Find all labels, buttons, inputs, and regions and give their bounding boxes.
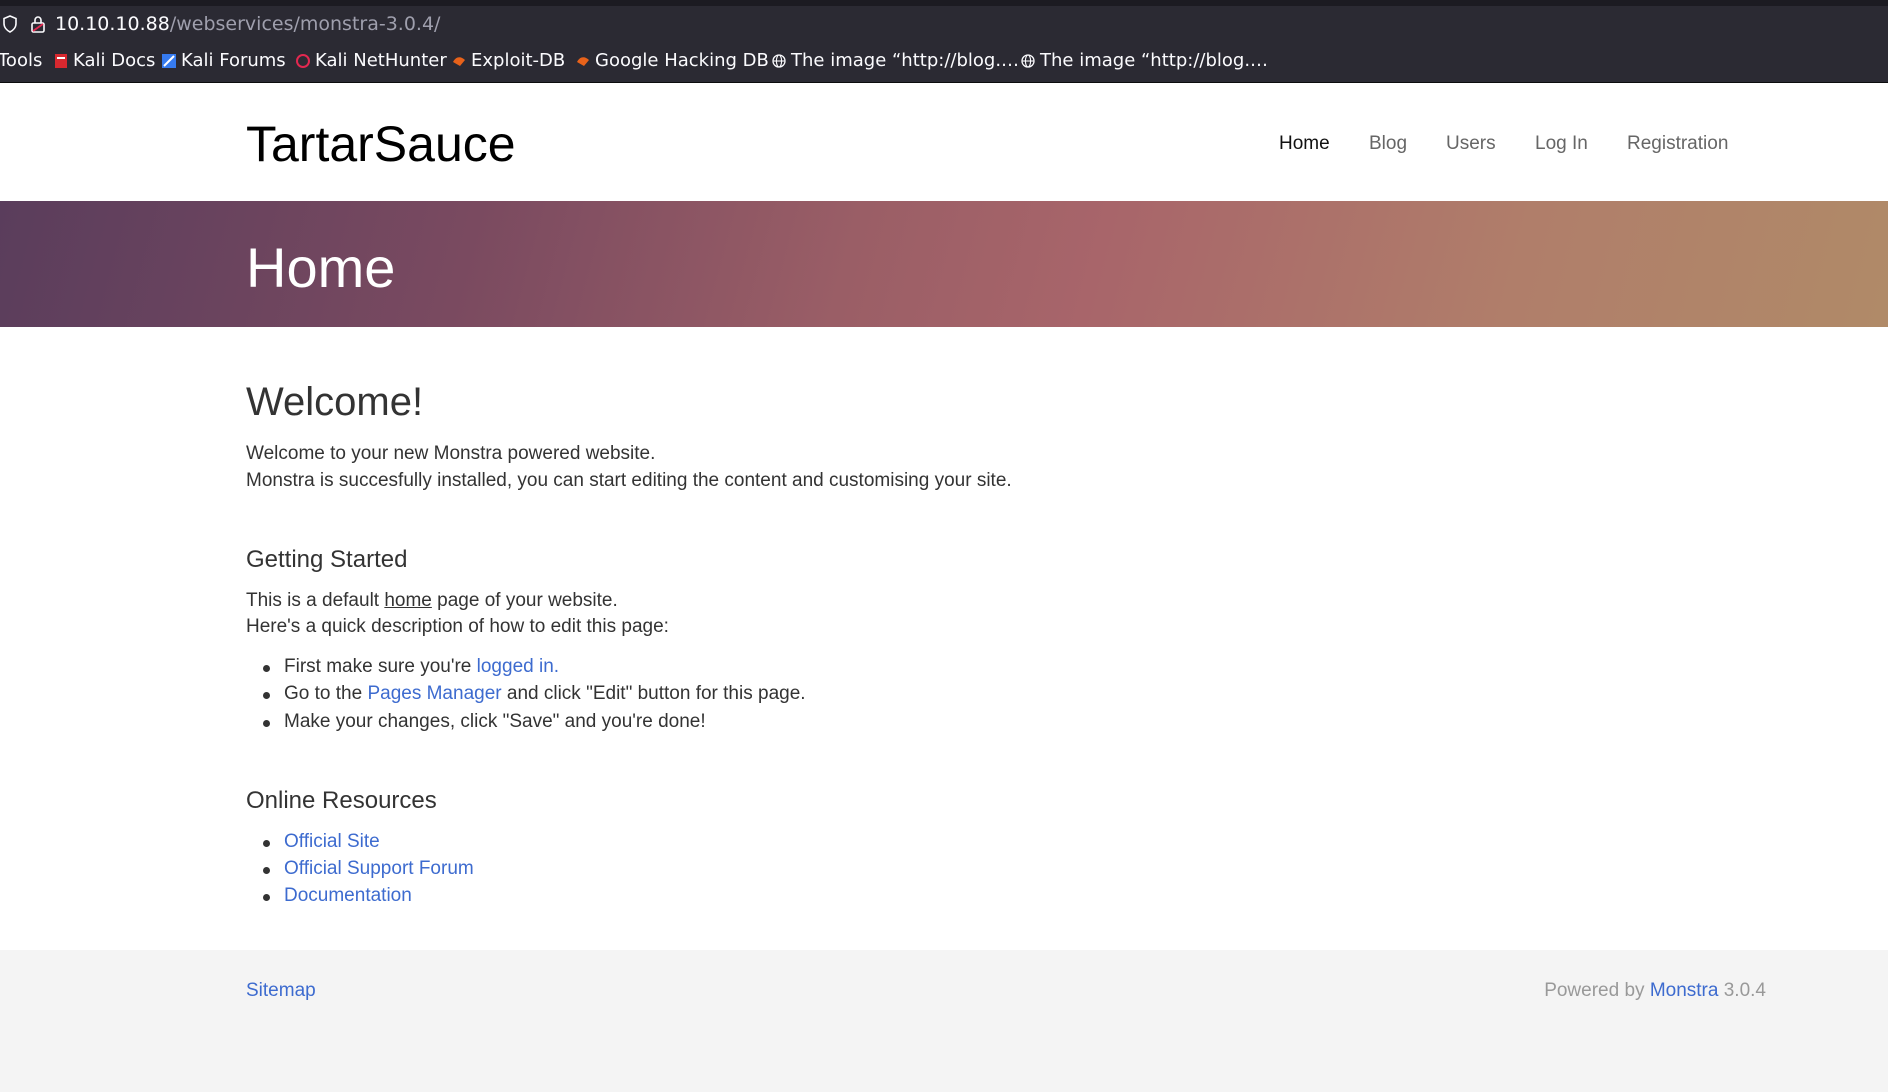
bookmark-image-2[interactable]: The image “http://blog.… [1021, 50, 1268, 71]
shield-icon[interactable] [2, 15, 18, 33]
nav-registration[interactable]: Registration [1627, 133, 1728, 155]
text-fragment: Powered by [1544, 980, 1650, 1001]
powered-by: Powered by Monstra 3.0.4 [1544, 980, 1766, 1002]
documentation-link[interactable]: Documentation [284, 885, 412, 906]
text-fragment: Go to the [284, 683, 368, 704]
bookmark-kali-nethunter[interactable]: Kali NetHunter [296, 50, 447, 71]
getting-started-line-2: Here's a quick description of how to edi… [246, 616, 669, 637]
bookmark-label: Kali Docs [73, 50, 156, 71]
url-host: 10.10.10.88 [55, 13, 170, 35]
globe-icon [772, 53, 786, 68]
url-text[interactable]: 10.10.10.88/webservices/monstra-3.0.4/ [55, 13, 440, 35]
text-fragment: and click "Edit" button for this page. [501, 683, 806, 704]
bookmark-google-hacking-db[interactable]: Google Hacking DB [576, 50, 769, 71]
nav-blog[interactable]: Blog [1369, 133, 1407, 155]
list-item: First make sure you're logged in. [262, 656, 559, 678]
list-item: Go to the Pages Manager and click "Edit"… [263, 683, 806, 705]
home-term: home [384, 590, 432, 611]
nethunter-icon [296, 53, 310, 68]
site-brand[interactable]: TartarSauce [246, 115, 516, 173]
hero-banner: Home [0, 201, 1888, 327]
kali-forums-icon [162, 53, 176, 68]
kali-docs-icon [55, 53, 67, 68]
bookmark-label: Kali Forums [181, 50, 286, 71]
official-site-link[interactable]: Official Site [284, 831, 380, 852]
bookmark-kali-docs[interactable]: Kali Docs [54, 50, 155, 71]
version-text: 3.0.4 [1718, 980, 1766, 1001]
text-fragment: First make sure you're [284, 656, 477, 677]
bookmark-label: Kali NetHunter [315, 50, 447, 71]
list-item: Official Site [263, 831, 380, 853]
text-fragment: This is a default [246, 590, 385, 611]
sitemap-link[interactable]: Sitemap [246, 980, 316, 1002]
text-fragment: page of your website. [431, 590, 618, 611]
nav-home[interactable]: Home [1279, 133, 1330, 155]
nav-log-in[interactable]: Log In [1535, 133, 1588, 155]
bookmark-label: The image “http://blog.… [791, 50, 1020, 71]
logged-in-link[interactable]: logged in. [477, 656, 559, 677]
globe-icon [1021, 53, 1035, 68]
bookmarks-toolbar: Tools Kali Docs Kali Forums Kali NetHunt… [0, 42, 1888, 83]
nav-users[interactable]: Users [1446, 133, 1496, 155]
lock-icon[interactable] [30, 14, 46, 34]
site-header: TartarSauce Home Blog Users Log In Regis… [0, 83, 1888, 201]
welcome-heading: Welcome! [246, 380, 424, 424]
bookmark-kali-forums[interactable]: Kali Forums [162, 50, 286, 71]
online-resources-heading: Online Resources [246, 787, 437, 814]
site-footer: Sitemap Powered by Monstra 3.0.4 [0, 950, 1888, 1092]
bookmark-label: Exploit-DB [471, 50, 566, 71]
list-item: Documentation [263, 885, 412, 907]
url-path: /webservices/monstra-3.0.4/ [169, 13, 441, 35]
bookmark-label: The image “http://blog.… [1040, 50, 1269, 71]
ghdb-icon [577, 56, 589, 66]
address-bar[interactable]: 10.10.10.88/webservices/monstra-3.0.4/ [0, 6, 1888, 42]
getting-started-heading: Getting Started [246, 546, 408, 573]
official-support-forum-link[interactable]: Official Support Forum [284, 858, 474, 879]
page-title: Home [246, 236, 396, 299]
bookmark-tools[interactable]: Tools [0, 50, 42, 71]
pages-manager-link[interactable]: Pages Manager [367, 683, 501, 704]
bookmark-image-1[interactable]: The image “http://blog.… [772, 50, 1019, 71]
monstra-link[interactable]: Monstra [1650, 980, 1719, 1001]
exploit-db-icon [453, 56, 465, 66]
bookmark-label: Tools [0, 50, 43, 71]
bookmark-label: Google Hacking DB [595, 50, 769, 71]
list-item: Make your changes, click "Save" and you'… [263, 711, 706, 732]
list-item: Official Support Forum [263, 858, 474, 880]
getting-started-line-1: This is a default home page of your webs… [246, 590, 618, 612]
welcome-line-1: Welcome to your new Monstra powered webs… [246, 443, 656, 464]
bookmark-exploit-db[interactable]: Exploit-DB [452, 50, 565, 71]
welcome-line-2: Monstra is succesfully installed, you ca… [246, 470, 1012, 491]
